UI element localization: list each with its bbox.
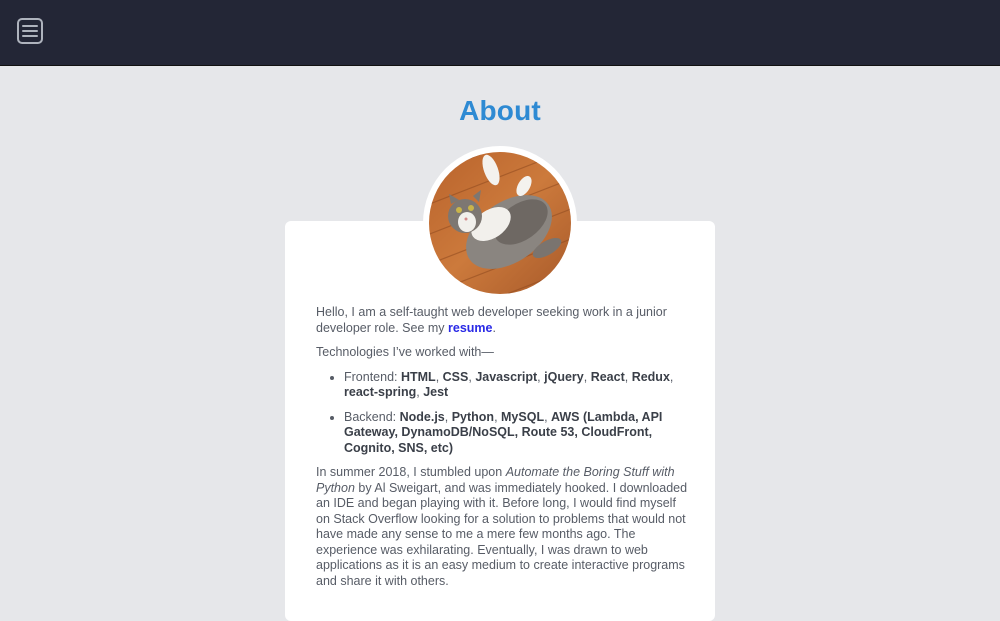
backend-label: Backend: — [344, 409, 400, 424]
tech-redux: Redux — [631, 369, 670, 384]
about-content: Hello, I am a self-taught web developer … — [316, 305, 688, 598]
tech-jquery: jQuery — [544, 369, 584, 384]
tech-python: Python — [451, 409, 495, 424]
tech-css: CSS — [442, 369, 469, 384]
backend-item: Backend: Node.js, Python, MySQL, AWS (La… — [344, 410, 688, 457]
page-title: About — [459, 95, 541, 126]
story-text: In summer 2018, I stumbled upon — [316, 465, 506, 479]
tech-jest: Jest — [423, 385, 449, 399]
menu-line — [22, 30, 38, 32]
top-nav-bar — [0, 0, 1000, 66]
avatar — [429, 152, 571, 294]
hamburger-menu-icon[interactable] — [17, 18, 43, 44]
tech-react: React — [590, 369, 625, 384]
menu-line — [22, 35, 38, 37]
frontend-label: Frontend: — [344, 369, 401, 384]
story-paragraph: In summer 2018, I stumbled upon Automate… — [316, 465, 688, 589]
tech-mysql: MySQL — [501, 409, 545, 424]
frontend-item: Frontend: HTML, CSS, Javascript, jQuery,… — [344, 370, 688, 401]
intro-text-end: . — [492, 320, 496, 335]
tech-heading: Technologies I’ve worked with— — [316, 345, 494, 359]
tech-nodejs: Node.js — [399, 409, 445, 424]
menu-line — [22, 25, 38, 27]
tech-javascript: Javascript — [475, 369, 538, 384]
resume-link[interactable]: resume — [448, 321, 492, 335]
tech-html: HTML — [400, 369, 436, 384]
intro-paragraph: Hello, I am a self-taught web developer … — [316, 305, 688, 336]
cat-photo — [429, 152, 571, 294]
tech-react-spring: react-spring — [344, 385, 417, 399]
story-text-end: by Al Sweigart, and was immediately hook… — [316, 480, 688, 588]
tech-list: Frontend: HTML, CSS, Javascript, jQuery,… — [316, 370, 688, 457]
